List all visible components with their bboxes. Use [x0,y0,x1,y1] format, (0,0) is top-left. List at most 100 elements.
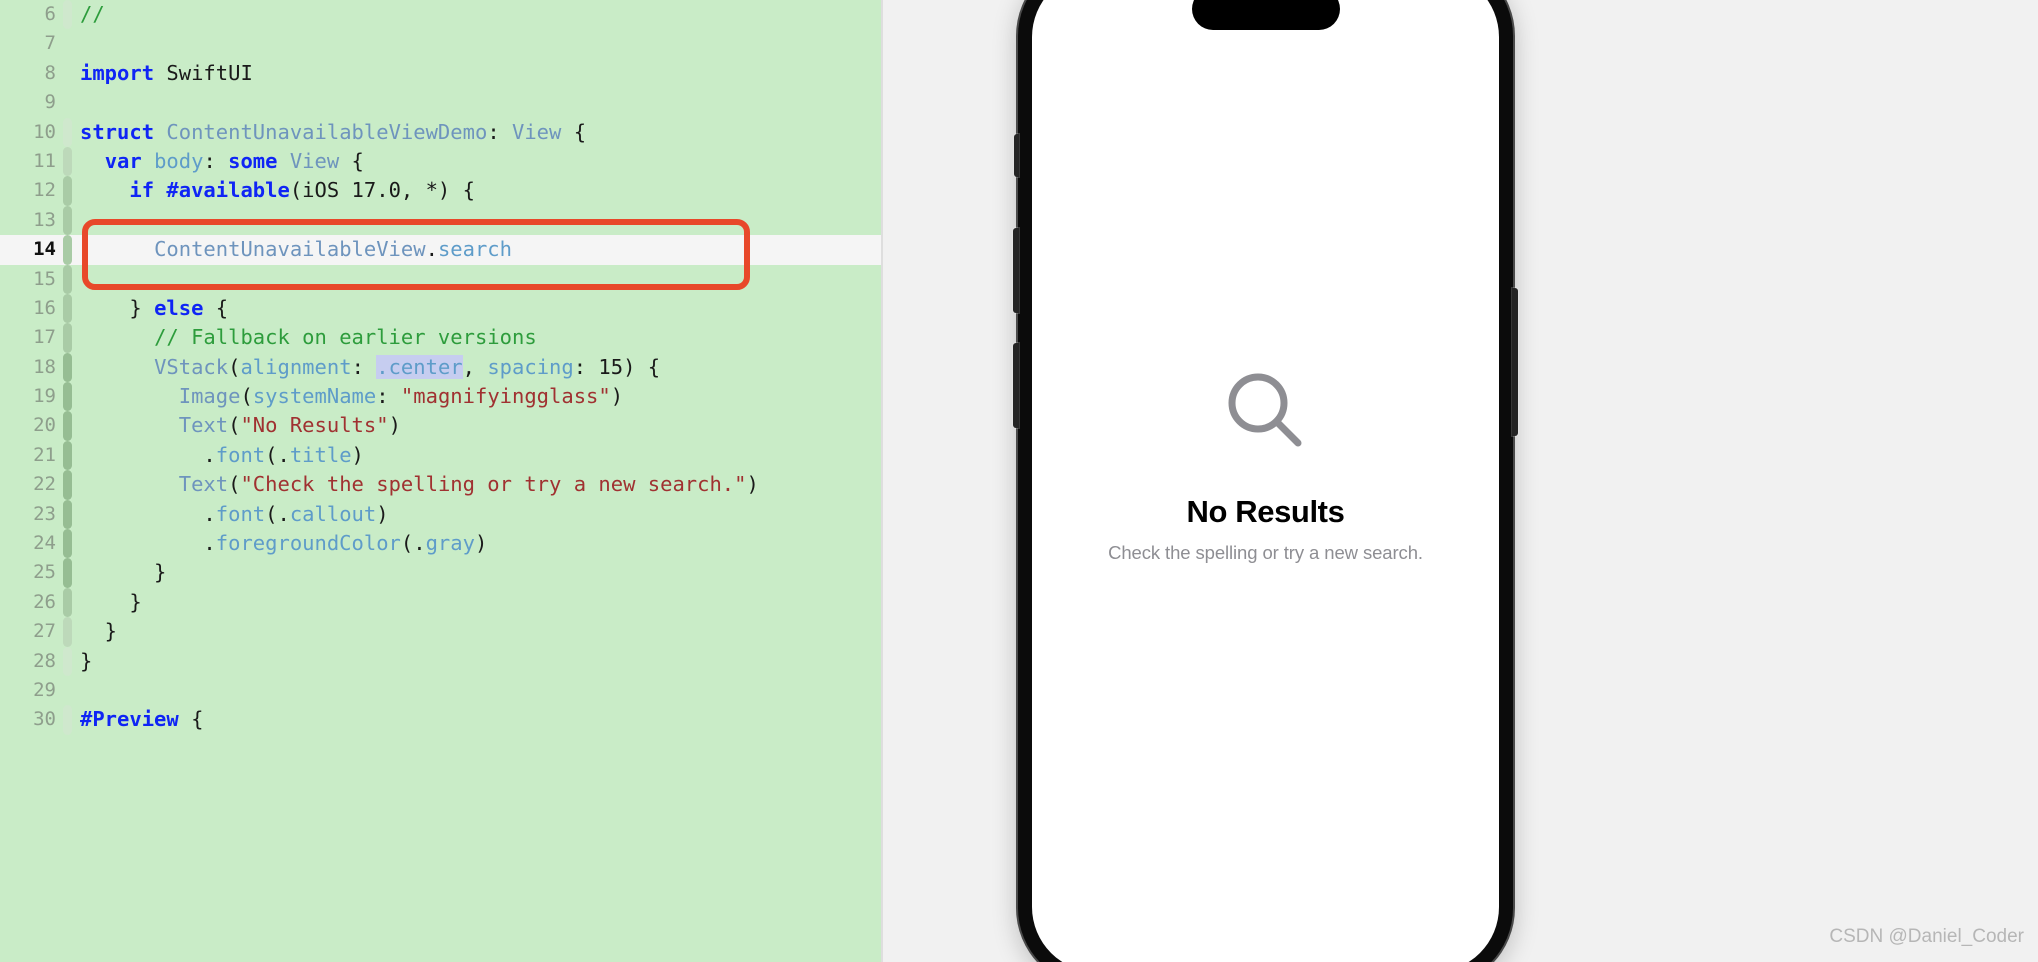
line-number: 19 [33,385,56,408]
code-line[interactable]: 12 if #available(iOS 17.0, *) { [0,176,881,206]
code-line[interactable]: 21 .font(.title) [0,440,881,471]
token-plain: ) [474,531,488,556]
code-line[interactable]: 25 } [0,558,881,588]
mute-switch-button[interactable] [1014,134,1019,177]
line-number: 20 [33,414,56,437]
iphone-screen[interactable]: No Results Check the spelling or try a n… [1032,0,1499,962]
code-line[interactable]: 18 VStack(alignment: .center, spacing: 1… [0,352,881,383]
code-line[interactable]: 26 } [0,587,881,618]
scope-indicator [63,117,72,147]
token-type: VStack [154,354,229,379]
line-number: 28 [33,649,56,672]
token-plain: ( [228,413,241,438]
line-number: 22 [33,473,56,496]
code-line[interactable]: 9 [0,88,881,117]
token-plain: : [376,384,401,409]
token-sel: .center [376,354,463,379]
code-line[interactable]: 27 } [0,617,881,647]
preview-canvas-pane[interactable]: No Results Check the spelling or try a n… [881,0,2038,962]
token-type: View [289,148,340,173]
token-plain: (. [265,501,290,526]
token-kw: #available [166,178,290,203]
line-number: 13 [33,208,56,231]
token-ident: spacing [487,354,574,379]
code-line[interactable]: 17 // Fallback on earlier versions [0,323,881,353]
scope-indicator [63,205,72,236]
token-plain: { [339,148,364,173]
token-plain: } [80,648,93,673]
scope-indicator [63,352,72,383]
token-plain: . [425,237,438,262]
code-text: // Fallback on earlier versions [80,323,537,352]
token-kw: var [104,148,142,173]
token-ident: systemName [252,384,377,409]
line-number: 24 [33,532,56,555]
power-button[interactable] [1512,288,1518,436]
line-number: 11 [33,149,56,172]
code-text: if #available(iOS 17.0, *) { [80,176,475,205]
token-plain: ( [240,384,253,409]
token-ident: search [437,237,512,262]
line-number: 9 [44,91,56,114]
line-number: 16 [33,296,56,319]
token-ident: font [215,442,266,467]
token-plain: : [203,148,229,173]
token-comment: // [80,2,105,26]
code-line[interactable]: 11 var body: some View { [0,146,881,177]
line-number: 15 [33,267,56,290]
token-ident: body [154,148,204,173]
code-text: .foregroundColor(.gray) [80,529,487,558]
token-plain: (. [265,442,290,467]
token-plain: ) [376,501,389,526]
code-line[interactable]: 14 ContentUnavailableView.search [0,235,881,265]
code-line[interactable]: 16 } else { [0,293,881,324]
line-number: 26 [33,590,56,613]
code-line[interactable]: 8 import SwiftUI [0,59,881,88]
magnifyingglass-icon [1218,363,1314,464]
token-str: "Check the spelling or try a new search.… [240,472,747,497]
token-plain: : [487,119,512,144]
volume-down-button[interactable] [1013,343,1019,428]
code-line[interactable]: 19 Image(systemName: "magnifyingglass") [0,382,881,412]
no-results-subtitle: Check the spelling or try a new search. [1108,541,1423,563]
token-ident: font [215,501,266,526]
token-plain: } [80,619,118,644]
code-line-list[interactable]: 6 // 7 8 import SwiftUI 9 10 struct ContentUnav… [0,0,881,735]
line-number: 21 [33,443,56,466]
code-line[interactable]: 22 Text("Check the spelling or try a new… [0,470,881,500]
code-line[interactable]: 29 [0,676,881,705]
token-plain: (. [400,531,426,556]
code-editor-pane[interactable]: 6 // 7 8 import SwiftUI 9 10 struct ContentUnav… [0,0,881,962]
code-line[interactable]: 6 // [0,0,881,30]
code-line[interactable]: 28} [0,646,881,676]
pane-divider[interactable] [881,0,883,962]
code-line[interactable]: 15 [0,264,881,294]
token-kw: else [154,295,204,320]
volume-up-button[interactable] [1013,228,1019,313]
token-plain: : 15) { [573,354,661,379]
scope-indicator [63,235,72,265]
scope-indicator [63,646,72,676]
line-number: 27 [33,620,56,643]
code-line[interactable]: 10 struct ContentUnavailableViewDemo: Vie… [0,117,881,147]
code-line[interactable]: 23 .font(.callout) [0,499,881,530]
token-plain: ) [610,384,624,409]
app-root: 6 // 7 8 import SwiftUI 9 10 struct ContentUnav… [0,0,2038,962]
code-line[interactable]: 24 .foregroundColor(.gray) [0,529,881,559]
line-number: 25 [33,561,56,584]
scope-indicator [63,382,72,412]
code-line[interactable]: 20 Text("No Results") [0,411,881,441]
token-kw: import [80,60,155,85]
code-line[interactable]: 13 [0,205,881,236]
code-text: Text("Check the spelling or try a new se… [80,470,759,499]
code-line[interactable]: 7 [0,29,881,58]
code-line[interactable]: 30 #Preview { [0,705,881,735]
code-text: } [80,558,166,587]
